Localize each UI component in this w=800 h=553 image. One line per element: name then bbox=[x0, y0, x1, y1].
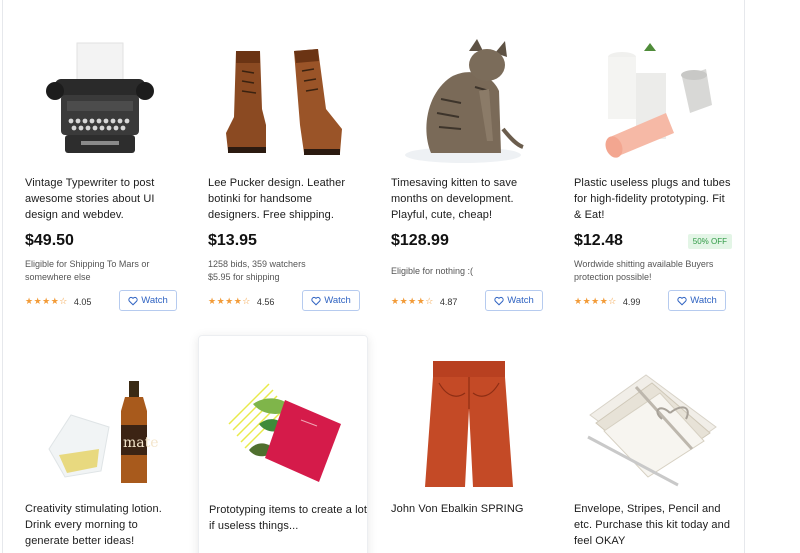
bids-info: 1258 bids, 359 watchers bbox=[208, 259, 306, 269]
plastic-plugs-image[interactable] bbox=[574, 29, 724, 169]
product-card[interactable]: Plastic useless plugs and tubes for high… bbox=[564, 15, 734, 325]
product-grid-panel: Vintage Typewriter to post awesome stori… bbox=[2, 0, 745, 553]
typewriter-image[interactable] bbox=[25, 29, 175, 169]
kitten-image[interactable] bbox=[391, 29, 541, 169]
product-title[interactable]: Lee Pucker design. Leather botinki for h… bbox=[208, 175, 366, 223]
watch-label: Watch bbox=[507, 295, 534, 306]
product-title[interactable]: Plastic useless plugs and tubes for high… bbox=[574, 175, 732, 223]
product-title[interactable]: Creativity stimulating lotion. Drink eve… bbox=[25, 501, 183, 549]
rating-value: 4.87 bbox=[439, 296, 458, 307]
watch-button[interactable]: Watch bbox=[668, 290, 726, 311]
product-rating: ★★★★☆ 4.87 bbox=[391, 296, 457, 307]
product-title[interactable]: John Von Ebalkin SPRING bbox=[391, 501, 549, 517]
watch-label: Watch bbox=[690, 295, 717, 306]
shipping-info: Eligible for nothing :( bbox=[391, 266, 474, 276]
product-card[interactable]: Envelope, Stripes, Pencil and etc. Purch… bbox=[564, 339, 734, 553]
rating-value: 4.99 bbox=[622, 296, 641, 307]
product-card[interactable]: Prototyping items to create a lot if use… bbox=[198, 335, 368, 553]
red-trousers-image[interactable] bbox=[391, 353, 541, 493]
heart-icon bbox=[128, 296, 138, 305]
watch-button[interactable]: Watch bbox=[485, 290, 543, 311]
watch-label: Watch bbox=[324, 295, 351, 306]
rating-value: 4.56 bbox=[256, 296, 275, 307]
envelopes-pencil-image[interactable] bbox=[574, 353, 724, 493]
rating-value: 4.05 bbox=[73, 296, 92, 307]
product-price: $13.95 bbox=[208, 232, 257, 249]
svg-text:mate: mate bbox=[123, 435, 159, 451]
product-rating: ★★★★☆ 4.56 bbox=[208, 296, 274, 307]
notebook-leaves-image[interactable] bbox=[209, 354, 359, 494]
watch-label: Watch bbox=[141, 295, 168, 306]
watch-button[interactable]: Watch bbox=[119, 290, 177, 311]
product-title[interactable]: Vintage Typewriter to post awesome stori… bbox=[25, 175, 183, 223]
product-card[interactable]: Timesaving kitten to save months on deve… bbox=[381, 15, 551, 325]
heart-icon bbox=[494, 296, 504, 305]
product-rating: ★★★★☆ 4.05 bbox=[25, 296, 91, 307]
heart-icon bbox=[677, 296, 687, 305]
shipping-info: Wordwide shitting available Buyers prote… bbox=[574, 259, 714, 282]
product-card[interactable]: mate Creativity stimulating lotion. Drin… bbox=[15, 339, 185, 553]
discount-badge: 50% OFF bbox=[687, 234, 732, 249]
product-price: $12.48 bbox=[574, 232, 623, 249]
leather-boots-image[interactable] bbox=[208, 29, 358, 169]
star-rating-icon: ★★★★☆ bbox=[574, 296, 617, 306]
product-title[interactable]: Envelope, Stripes, Pencil and etc. Purch… bbox=[574, 501, 732, 549]
product-title[interactable]: Timesaving kitten to save months on deve… bbox=[391, 175, 549, 223]
product-price: $49.50 bbox=[25, 232, 74, 249]
star-rating-icon: ★★★★☆ bbox=[208, 296, 251, 306]
star-rating-icon: ★★★★☆ bbox=[391, 296, 434, 306]
shipping-cost: $5.95 for shipping bbox=[208, 272, 280, 282]
mate-bottle-image[interactable]: mate bbox=[25, 353, 175, 493]
star-rating-icon: ★★★★☆ bbox=[25, 296, 68, 306]
product-rating: ★★★★☆ 4.99 bbox=[574, 296, 640, 307]
shipping-info: Eligible for Shipping To Mars or somewhe… bbox=[25, 259, 150, 282]
product-card[interactable]: John Von Ebalkin SPRING bbox=[381, 339, 551, 553]
product-title[interactable]: Prototyping items to create a lot if use… bbox=[209, 502, 367, 534]
heart-icon bbox=[311, 296, 321, 305]
product-price: $128.99 bbox=[391, 232, 449, 249]
product-card[interactable]: Lee Pucker design. Leather botinki for h… bbox=[198, 15, 368, 325]
watch-button[interactable]: Watch bbox=[302, 290, 360, 311]
product-card[interactable]: Vintage Typewriter to post awesome stori… bbox=[15, 15, 185, 325]
